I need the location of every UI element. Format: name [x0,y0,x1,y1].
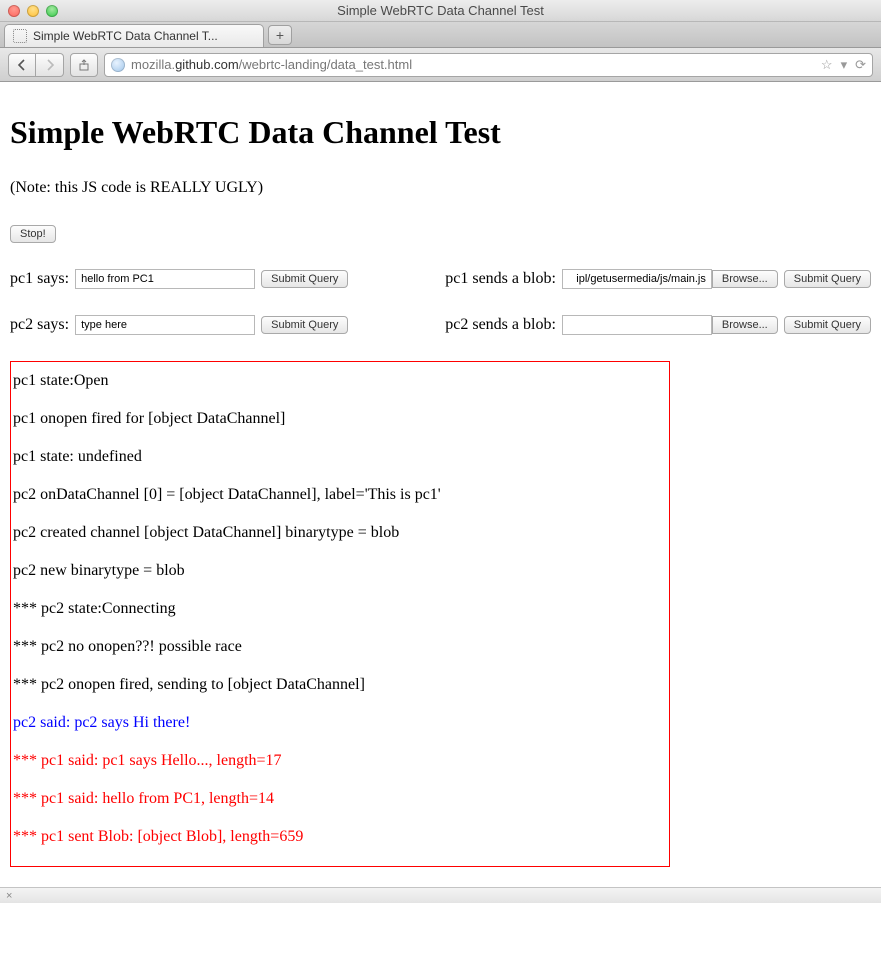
row-pc1-left: pc1 says: Submit Query [10,269,445,289]
traffic-lights [8,5,58,17]
pc2-blob-submit[interactable]: Submit Query [784,316,871,334]
forward-button[interactable] [36,53,64,77]
row-pc2: pc2 says: Submit Query pc2 sends a blob:… [10,315,871,335]
page-note: (Note: this JS code is REALLY UGLY) [10,179,871,197]
page-content: Simple WebRTC Data Channel Test (Note: t… [0,82,881,887]
reload-icon[interactable]: ⟳ [855,57,866,73]
pc1-says-submit[interactable]: Submit Query [261,270,348,288]
window-title: Simple WebRTC Data Channel Test [0,3,881,18]
new-tab-button[interactable]: + [268,25,292,45]
minimize-window-button[interactable] [27,5,39,17]
log-line: *** pc1 said: pc1 says Hello..., length=… [11,742,669,780]
status-bar: × [0,887,881,903]
status-text: × [6,890,12,902]
zoom-window-button[interactable] [46,5,58,17]
globe-icon [111,58,125,72]
log-line: pc2 created channel [object DataChannel]… [11,514,669,552]
stop-button[interactable]: Stop! [10,225,56,243]
pc1-says-label: pc1 says: [10,270,69,288]
pc1-blob-label: pc1 sends a blob: [445,270,556,288]
pc2-file-text[interactable] [562,315,712,335]
window-titlebar: Simple WebRTC Data Channel Test [0,0,881,22]
urlbar-right: ☆ ▾ ⟳ [821,57,866,73]
pc1-says-input[interactable] [75,269,255,289]
back-button[interactable] [8,53,36,77]
row-pc1-right: pc1 sends a blob: Browse... Submit Query [445,269,871,289]
forward-arrow-icon [44,59,56,71]
tab-title: Simple WebRTC Data Channel T... [33,29,255,43]
favicon-icon [13,29,27,43]
log-line: *** pc2 onopen fired, sending to [object… [11,666,669,704]
log-line: *** pc1 sent Blob: [object Blob], length… [11,818,669,856]
browser-tab[interactable]: Simple WebRTC Data Channel T... [4,24,264,47]
pc1-browse-button[interactable]: Browse... [712,270,778,288]
log-panel[interactable]: pc1 state:Openpc1 onopen fired for [obje… [10,361,670,867]
share-button[interactable] [70,53,98,77]
share-icon [78,59,90,71]
pc2-says-submit[interactable]: Submit Query [261,316,348,334]
log-line: pc2 said: pc2 says Hi there! [11,704,669,742]
bookmark-icon[interactable]: ☆ [821,57,833,73]
row-pc2-right: pc2 sends a blob: Browse... Submit Query [445,315,871,335]
tab-strip: Simple WebRTC Data Channel T... + [0,22,881,48]
nav-group [8,53,64,77]
log-line: pc2 new binarytype = blob [11,552,669,590]
log-line: pc1 onopen fired for [object DataChannel… [11,400,669,438]
url-prefix: mozilla. [131,57,175,72]
row-pc2-left: pc2 says: Submit Query [10,315,445,335]
pc2-browse-button[interactable]: Browse... [712,316,778,334]
pc2-says-input[interactable] [75,315,255,335]
log-line: pc1 state: undefined [11,438,669,476]
close-window-button[interactable] [8,5,20,17]
form-rows: pc1 says: Submit Query pc1 sends a blob:… [10,269,871,335]
log-line: *** pc1 said: hello from PC1, length=14 [11,856,669,867]
log-line: pc1 state:Open [11,362,669,400]
url-path: /webrtc-landing/data_test.html [239,57,412,72]
pc1-blob-submit[interactable]: Submit Query [784,270,871,288]
url-host: github.com [175,57,239,72]
log-line: *** pc2 state:Connecting [11,590,669,628]
pc2-file-chooser[interactable]: Browse... [562,315,778,335]
dropdown-icon[interactable]: ▾ [841,57,848,73]
pc2-blob-label: pc2 sends a blob: [445,316,556,334]
browser-toolbar: mozilla.github.com/webrtc-landing/data_t… [0,48,881,82]
pc1-file-chooser[interactable]: Browse... [562,269,778,289]
page-heading: Simple WebRTC Data Channel Test [10,114,871,151]
back-arrow-icon [16,59,28,71]
log-inner: pc1 state:Openpc1 onopen fired for [obje… [11,362,669,867]
pc2-says-label: pc2 says: [10,316,69,334]
row-pc1: pc1 says: Submit Query pc1 sends a blob:… [10,269,871,289]
url-text: mozilla.github.com/webrtc-landing/data_t… [131,57,815,72]
log-line: *** pc2 no onopen??! possible race [11,628,669,666]
pc1-file-text[interactable] [562,269,712,289]
log-line: pc2 onDataChannel [0] = [object DataChan… [11,476,669,514]
url-bar[interactable]: mozilla.github.com/webrtc-landing/data_t… [104,53,873,77]
log-line: *** pc1 said: hello from PC1, length=14 [11,780,669,818]
